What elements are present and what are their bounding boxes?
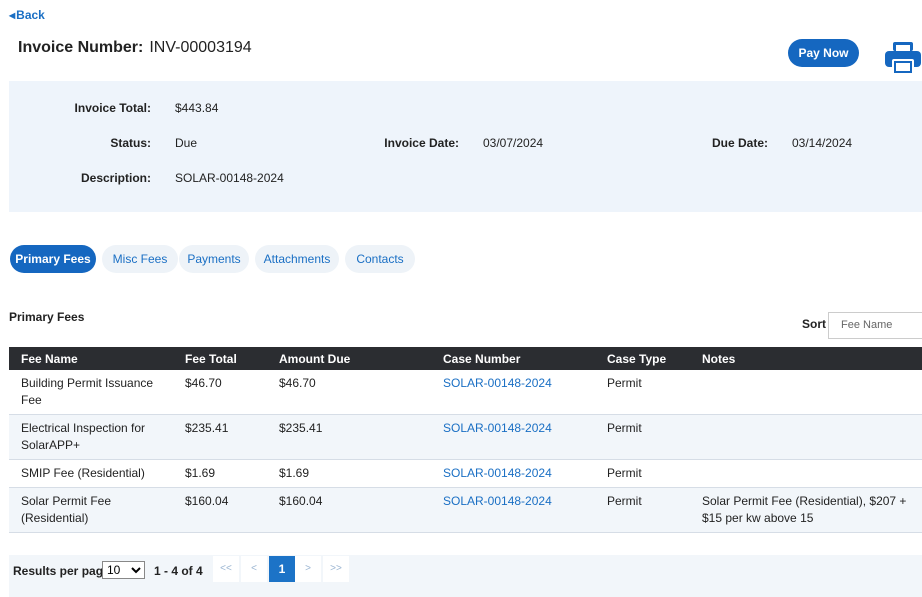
- case-number-link[interactable]: SOLAR-00148-2024: [431, 370, 595, 415]
- sort-label: Sort: [802, 317, 826, 331]
- column-header-amount-due[interactable]: Amount Due: [267, 347, 431, 370]
- caret-left-icon: ◀: [9, 11, 16, 20]
- results-per-page-label: Results per page: [13, 564, 110, 578]
- fee-name-cell: SMIP Fee (Residential): [9, 459, 173, 488]
- description-value: SOLAR-00148-2024: [175, 171, 284, 185]
- fee-name-cell: Electrical Inspection for SolarAPP+: [9, 414, 173, 460]
- prev-page-button[interactable]: <: [241, 556, 267, 582]
- first-page-button[interactable]: <<: [213, 556, 239, 582]
- invoice-summary-panel: Invoice Total: $443.84 Status: Due Invoi…: [9, 81, 922, 212]
- back-link[interactable]: ◀Back: [9, 8, 45, 22]
- invoice-total-label: Invoice Total:: [74, 101, 151, 115]
- notes-cell: [690, 459, 922, 488]
- amount-due-cell: $160.04: [267, 487, 431, 533]
- column-header-case-type[interactable]: Case Type: [595, 347, 690, 370]
- tab-primary-fees[interactable]: Primary Fees: [10, 245, 96, 273]
- section-title: Primary Fees: [9, 310, 85, 324]
- fee-name-cell: Solar Permit Fee (Residential): [9, 487, 173, 533]
- due-date-label: Due Date:: [711, 136, 768, 150]
- table-header-row: Fee Name Fee Total Amount Due Case Numbe…: [9, 347, 922, 370]
- case-number-link[interactable]: SOLAR-00148-2024: [431, 459, 595, 488]
- amount-due-cell: $1.69: [267, 459, 431, 488]
- status-value: Due: [175, 136, 198, 150]
- invoice-date-value: 03/07/2024: [483, 136, 544, 150]
- invoice-number-label: Invoice Number:: [18, 39, 144, 56]
- page-1-button[interactable]: 1: [269, 556, 295, 582]
- status-label: Status:: [110, 136, 151, 150]
- last-page-button[interactable]: >>: [323, 556, 349, 582]
- column-header-fee-total[interactable]: Fee Total: [173, 347, 267, 370]
- page-title: Invoice Number: INV-00003194: [18, 39, 252, 57]
- fee-total-cell: $46.70: [173, 370, 267, 415]
- pay-now-button[interactable]: Pay Now: [788, 39, 859, 67]
- column-header-fee-name[interactable]: Fee Name: [9, 347, 173, 370]
- invoice-number-value: INV-00003194: [149, 39, 252, 56]
- case-type-cell: Permit: [595, 414, 690, 460]
- invoice-date-label: Invoice Date:: [384, 136, 459, 150]
- tab-contacts[interactable]: Contacts: [345, 245, 415, 273]
- fee-name-cell: Building Permit Issuance Fee: [9, 370, 173, 415]
- description-label: Description:: [80, 171, 151, 185]
- table-row: Building Permit Issuance Fee $46.70 $46.…: [9, 370, 922, 415]
- case-number-link[interactable]: SOLAR-00148-2024: [431, 414, 595, 460]
- invoice-total-value: $443.84: [175, 101, 219, 115]
- case-type-cell: Permit: [595, 487, 690, 533]
- results-per-page-select[interactable]: 10: [102, 561, 145, 579]
- pagination-bar: Results per page 10 1 - 4 of 4 << < 1 > …: [9, 555, 922, 597]
- results-range: 1 - 4 of 4: [154, 564, 203, 578]
- table-row: SMIP Fee (Residential) $1.69 $1.69 SOLAR…: [9, 459, 922, 488]
- back-label: Back: [16, 8, 45, 22]
- tab-payments[interactable]: Payments: [179, 245, 249, 273]
- tab-attachments[interactable]: Attachments: [255, 245, 339, 273]
- column-header-case-number[interactable]: Case Number: [431, 347, 595, 370]
- column-header-notes[interactable]: Notes: [690, 347, 922, 370]
- case-type-cell: Permit: [595, 370, 690, 415]
- next-page-button[interactable]: >: [295, 556, 321, 582]
- amount-due-cell: $235.41: [267, 414, 431, 460]
- tab-misc-fees[interactable]: Misc Fees: [102, 245, 178, 273]
- notes-cell: Solar Permit Fee (Residential), $207 + $…: [690, 487, 922, 533]
- case-number-link[interactable]: SOLAR-00148-2024: [431, 487, 595, 533]
- due-date-value: 03/14/2024: [792, 136, 853, 150]
- notes-cell: [690, 370, 922, 415]
- table-row: Electrical Inspection for SolarAPP+ $235…: [9, 414, 922, 460]
- table-row: Solar Permit Fee (Residential) $160.04 $…: [9, 487, 922, 533]
- case-type-cell: Permit: [595, 459, 690, 488]
- amount-due-cell: $46.70: [267, 370, 431, 415]
- fee-total-cell: $160.04: [173, 487, 267, 533]
- sort-field[interactable]: Fee Name: [828, 312, 922, 339]
- fee-total-cell: $1.69: [173, 459, 267, 488]
- print-icon[interactable]: [884, 40, 922, 76]
- fee-total-cell: $235.41: [173, 414, 267, 460]
- fees-table: Fee Name Fee Total Amount Due Case Numbe…: [9, 347, 922, 533]
- notes-cell: [690, 414, 922, 460]
